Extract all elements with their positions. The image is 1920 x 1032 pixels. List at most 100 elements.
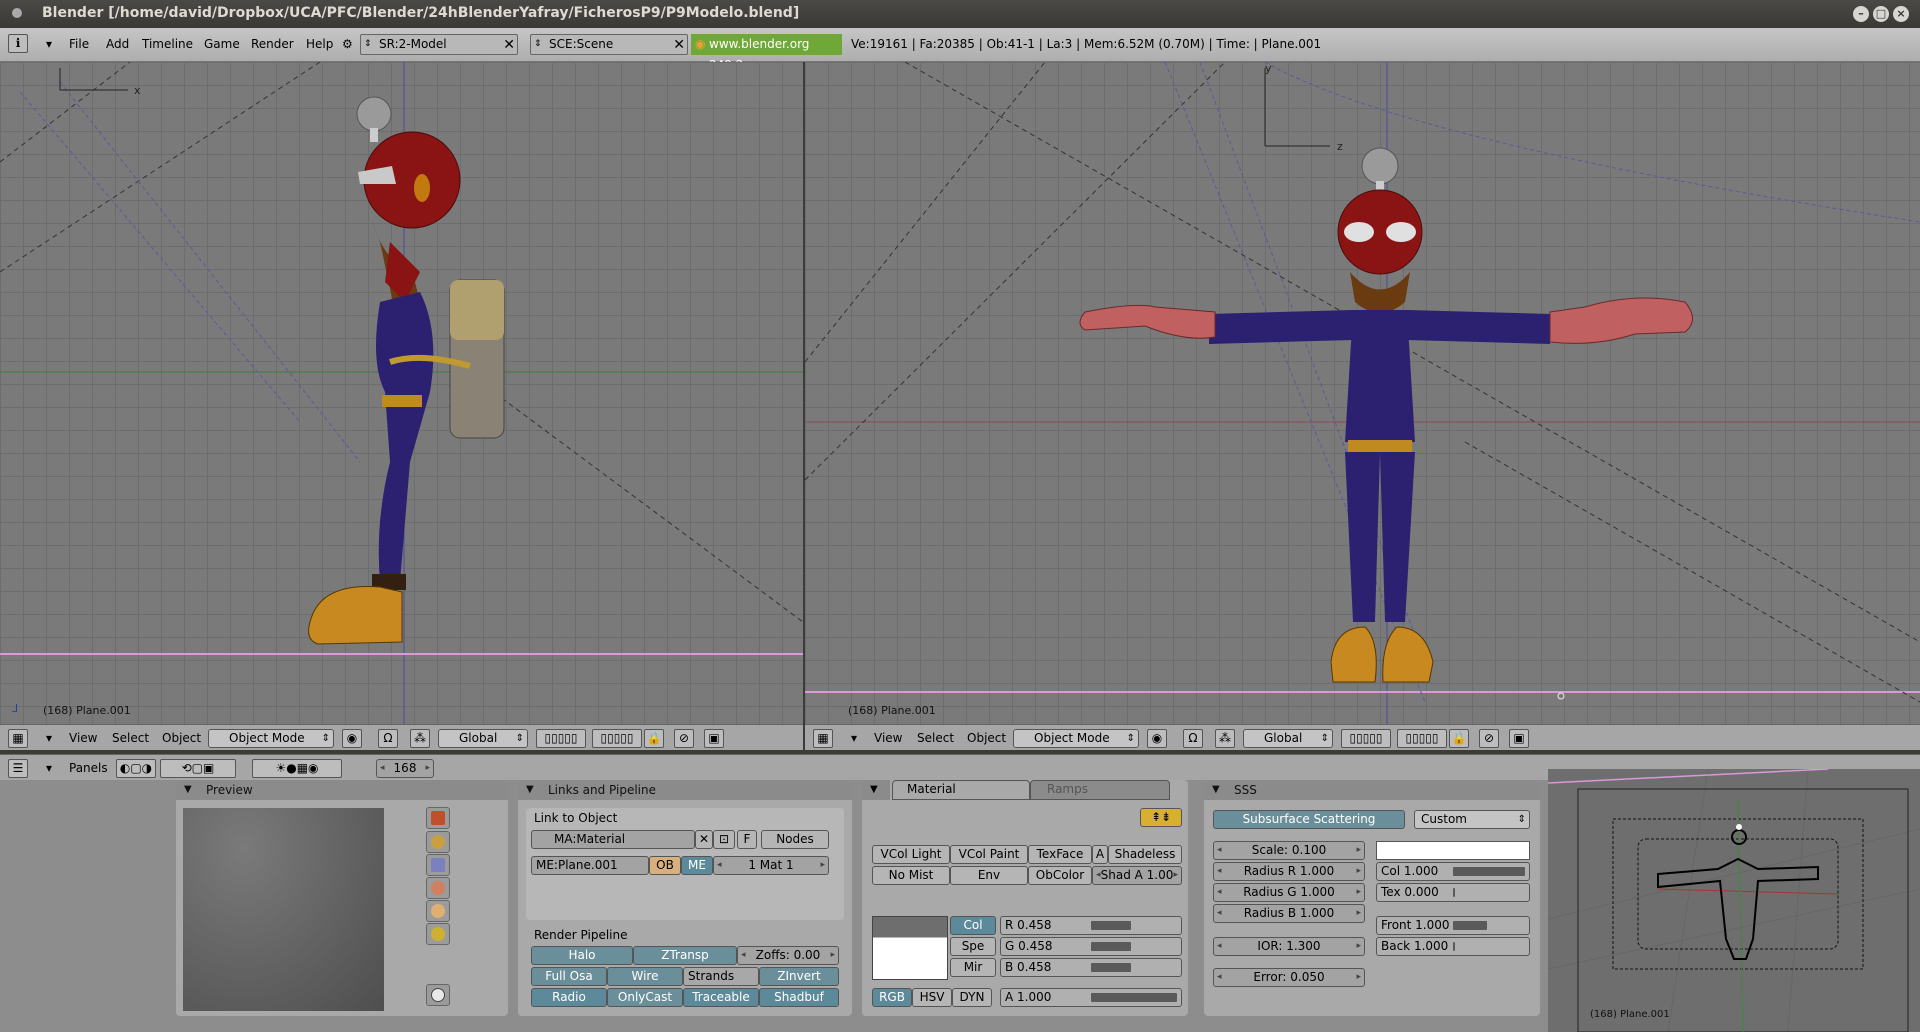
zoffs-field[interactable]: Zoffs: 0.00 [737, 946, 839, 965]
layers-row1[interactable]: ▯▯▯▯▯ [1341, 729, 1391, 748]
preview-panel-title[interactable]: Preview [176, 780, 508, 800]
draw-type-icon[interactable]: ◉ [342, 729, 362, 748]
shadbuf-button[interactable]: Shadbuf [759, 988, 839, 1007]
viewport-right[interactable]: y z (168) Plane.001 [805, 62, 1920, 724]
layers-row2[interactable]: ▯▯▯▯▯ [1397, 729, 1447, 748]
r-slider[interactable]: R 0.458 [1000, 916, 1182, 935]
sss-scale-field[interactable]: Scale: 0.100 [1213, 841, 1365, 860]
texface-button[interactable]: TexFace [1028, 845, 1092, 864]
sss-back-slider[interactable]: Back 1.000 [1376, 937, 1530, 956]
menu-view[interactable]: View [874, 729, 902, 748]
subcontext-icons[interactable]: ⟲▢▣ [160, 759, 236, 778]
context-icons[interactable]: ◐▢◑ [116, 759, 156, 778]
sss-front-slider[interactable]: Front 1.000 [1376, 916, 1530, 935]
viewport-left[interactable]: x ⅃ (168) Plane.001 [0, 62, 803, 724]
orientation-dropdown[interactable]: Global [438, 729, 528, 748]
alpha-slider[interactable]: A 1.000 [1000, 988, 1182, 1007]
layers-row1[interactable]: ▯▯▯▯▯ [536, 729, 586, 748]
menu-view[interactable]: View [69, 729, 97, 748]
close-icon[interactable]: ✕ [673, 36, 685, 55]
chevron-down-icon[interactable]: ▾ [46, 759, 52, 778]
lock-icon[interactable]: 🔒 [644, 729, 664, 748]
orientation-dropdown[interactable]: Global [1243, 729, 1333, 748]
shading-context-icons[interactable]: ☀●▦◉ [252, 759, 342, 778]
manipulator-icon[interactable]: ⁂ [1215, 729, 1235, 748]
maximize-icon[interactable]: □ [1873, 6, 1889, 22]
color-swatches[interactable] [872, 916, 948, 980]
mode-dropdown[interactable]: Object Mode [1013, 729, 1139, 748]
mesh-name-field[interactable]: ME:Plane.001 [531, 856, 649, 875]
spe-button[interactable]: Spe [950, 937, 996, 956]
hsv-button[interactable]: HSV [912, 988, 952, 1007]
render-icon[interactable]: ▣ [1509, 729, 1529, 748]
sss-toggle[interactable]: Subsurface Scattering [1213, 810, 1405, 829]
rgb-button[interactable]: RGB [872, 988, 912, 1007]
ob-button[interactable]: OB [649, 856, 681, 875]
env-button[interactable]: Env [950, 866, 1028, 885]
buttons-editor-icon[interactable]: ☰ [8, 759, 28, 778]
preview-monkey-icon[interactable] [426, 877, 450, 899]
snap-icon[interactable]: ⊘ [674, 729, 694, 748]
menu-help[interactable]: Help [306, 34, 333, 55]
website-link[interactable]: ◉ www.blender.org 249.2 [691, 34, 842, 72]
close-icon[interactable]: ✕ [503, 36, 515, 55]
full-osa-button[interactable]: Full Osa [531, 967, 607, 986]
car-icon[interactable]: ⊡ [713, 830, 735, 849]
sss-ior-field[interactable]: IOR: 1.300 [1213, 937, 1365, 956]
shadeless-button[interactable]: Shadeless [1108, 845, 1182, 864]
links-panel-title[interactable]: Links and Pipeline [518, 780, 852, 800]
menu-select[interactable]: Select [917, 729, 954, 748]
halo-button[interactable]: Halo [531, 946, 633, 965]
sss-radius-r-field[interactable]: Radius R 1.000 [1213, 862, 1365, 881]
traceable-button[interactable]: Traceable [683, 988, 759, 1007]
no-mist-button[interactable]: No Mist [872, 866, 950, 885]
panels-menu[interactable]: Panels [69, 759, 108, 778]
menu-select[interactable]: Select [112, 729, 149, 748]
menu-timeline[interactable]: Timeline [142, 34, 193, 55]
vcol-light-button[interactable]: VCol Light [872, 845, 950, 864]
material-name-field[interactable]: MA:Material [531, 830, 695, 849]
close-icon[interactable]: ✕ [695, 830, 713, 849]
onlycast-button[interactable]: OnlyCast [607, 988, 683, 1007]
snap-icon[interactable]: ⊘ [1479, 729, 1499, 748]
info-editor-icon[interactable]: ℹ [8, 34, 28, 53]
pivot-icon[interactable]: Ω [1183, 729, 1203, 748]
preview-cube-icon[interactable] [426, 854, 450, 876]
mode-dropdown[interactable]: Object Mode [208, 729, 334, 748]
sss-radius-g-field[interactable]: Radius G 1.000 [1213, 883, 1365, 902]
sss-col-slider[interactable]: Col 1.000 [1376, 862, 1530, 881]
minimize-icon[interactable]: – [1853, 6, 1869, 22]
tab-ramps[interactable]: Ramps [1030, 780, 1170, 800]
grid-editor-icon[interactable]: ▦ [8, 729, 28, 748]
draw-type-icon[interactable]: ◉ [1147, 729, 1167, 748]
ztransp-button[interactable]: ZTransp [633, 946, 737, 965]
frame-field[interactable]: 168 [376, 759, 434, 778]
sss-radius-b-field[interactable]: Radius B 1.000 [1213, 904, 1365, 923]
menu-render[interactable]: Render [251, 34, 294, 55]
g-slider[interactable]: G 0.458 [1000, 937, 1182, 956]
gear-icon[interactable]: ⚙ [342, 34, 353, 55]
chevron-down-icon[interactable]: ▾ [851, 729, 857, 748]
me-button[interactable]: ME [681, 856, 713, 875]
lock-icon[interactable]: 🔒 [1449, 729, 1469, 748]
tab-material[interactable]: Material [892, 780, 1030, 800]
obcolor-button[interactable]: ObColor [1028, 866, 1092, 885]
sss-error-field[interactable]: Error: 0.050 [1213, 968, 1365, 987]
preview-sky-icon[interactable] [426, 923, 450, 945]
pivot-icon[interactable]: Ω [378, 729, 398, 748]
menu-object[interactable]: Object [162, 729, 201, 748]
menu-object[interactable]: Object [967, 729, 1006, 748]
sss-color-swatch[interactable] [1376, 841, 1530, 860]
preview-flat-icon[interactable] [426, 807, 450, 829]
sss-preset-dropdown[interactable]: Custom [1414, 810, 1530, 829]
preview-light-icon[interactable] [426, 984, 450, 1006]
mir-button[interactable]: Mir [950, 958, 996, 977]
manipulator-icon[interactable]: ⁂ [410, 729, 430, 748]
wire-button[interactable]: Wire [607, 967, 683, 986]
chevron-down-icon[interactable]: ▾ [46, 34, 52, 55]
mat-count-field[interactable]: 1 Mat 1 [713, 856, 829, 875]
vcol-paint-button[interactable]: VCol Paint [950, 845, 1028, 864]
render-icon[interactable]: ▣ [704, 729, 724, 748]
chevron-down-icon[interactable]: ▾ [46, 729, 52, 748]
b-slider[interactable]: B 0.458 [1000, 958, 1182, 977]
